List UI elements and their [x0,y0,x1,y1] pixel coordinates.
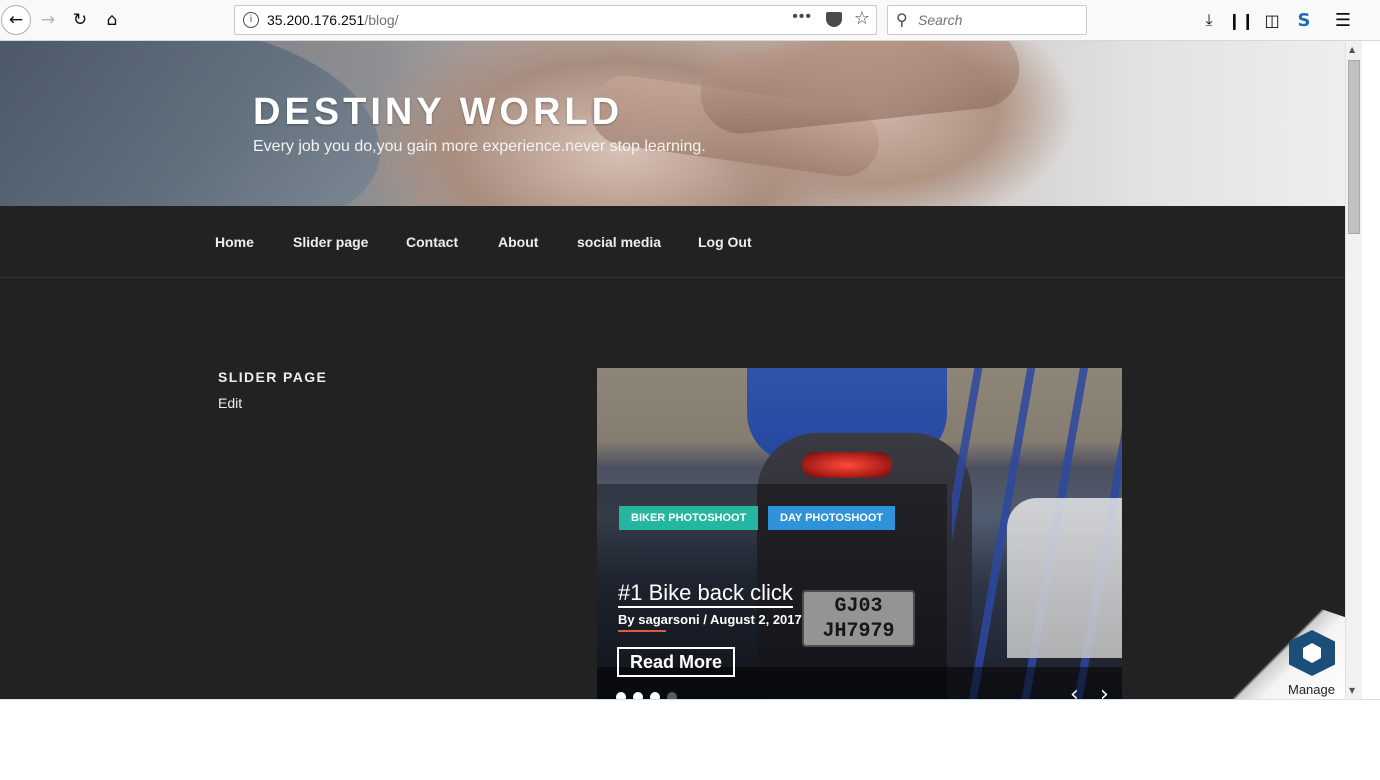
slider-next-icon[interactable]: › [1100,682,1109,699]
below-viewport-area [0,699,1380,780]
page-viewport: DESTINY WORLD Every job you do,you gain … [0,41,1345,699]
back-icon[interactable]: ← [1,5,31,35]
main-navigation: Home Slider page Contact About social me… [0,206,1345,278]
slider-dot-1[interactable] [616,692,626,699]
post-meta: By sagarsoni / August 2, 2017 [618,612,802,627]
forward-icon[interactable]: → [34,6,62,34]
slider-prev-icon[interactable]: ‹ [1070,682,1079,699]
slider-dot-3[interactable] [650,692,660,699]
site-title[interactable]: DESTINY WORLD [253,91,623,134]
slide-image-taillight [802,452,892,478]
post-meta-underline [618,630,666,632]
nav-home[interactable]: Home [215,234,254,250]
manage-widget[interactable]: Manage [1232,594,1345,699]
post-slider: GJ03 JH7979 BIKER PHOTOSHOOT DAY PHOTOSHO… [597,368,1122,699]
category-day-photoshoot[interactable]: DAY PHOTOSHOOT [768,506,896,530]
site-tagline: Every job you do,you gain more experienc… [253,138,706,155]
category-biker-photoshoot[interactable]: BIKER PHOTOSHOOT [619,506,759,530]
url-host: 35.200.176.251 [267,12,365,28]
nav-social-media[interactable]: social media [577,234,661,250]
browser-toolbar: ← → ↻ ⌂ i 35.200.176.251/blog/ ••• ☆ ⚲ ⤓… [0,0,1380,41]
scroll-up-icon[interactable]: ▲ [1349,45,1355,54]
pocket-icon[interactable] [826,12,842,27]
read-more-button[interactable]: Read More [617,647,735,677]
site-header: DESTINY WORLD Every job you do,you gain … [0,41,1345,206]
page-actions-icon[interactable]: ••• [792,8,812,26]
edit-link[interactable]: Edit [218,395,242,411]
home-icon[interactable]: ⌂ [98,6,126,34]
library-icon[interactable]: ❙❙ [1228,7,1255,33]
page-title: SLIDER PAGE [218,369,328,385]
slider-dot-2[interactable] [633,692,643,699]
extension-icon[interactable]: S [1291,7,1317,33]
page-scrollbar[interactable]: ▲ ▼ [1345,41,1362,699]
reload-icon[interactable]: ↻ [66,6,94,34]
nav-about[interactable]: About [498,234,538,250]
download-icon[interactable]: ⤓ [1196,7,1222,33]
bookmark-star-icon[interactable]: ☆ [854,8,870,29]
url-text[interactable]: 35.200.176.251/blog/ [267,12,399,28]
url-bar[interactable]: i 35.200.176.251/blog/ ••• ☆ [234,5,877,35]
scroll-thumb[interactable] [1348,60,1360,234]
sidebar-icon[interactable]: ◫ [1259,7,1285,33]
nav-contact[interactable]: Contact [406,234,458,250]
search-bar[interactable]: ⚲ [887,5,1087,35]
url-path: /blog/ [364,12,399,28]
hamburger-menu-icon[interactable]: ☰ [1330,7,1356,33]
search-icon: ⚲ [896,10,908,29]
manage-label[interactable]: Manage [1288,682,1335,697]
search-input[interactable] [918,10,1078,30]
site-info-icon[interactable]: i [243,12,259,28]
scroll-down-icon[interactable]: ▼ [1349,686,1355,695]
slider-dot-4[interactable] [667,692,677,699]
post-title[interactable]: #1 Bike back click [618,580,793,608]
slide-image-car [1007,498,1122,658]
nav-log-out[interactable]: Log Out [698,234,752,250]
nav-slider-page[interactable]: Slider page [293,234,368,250]
